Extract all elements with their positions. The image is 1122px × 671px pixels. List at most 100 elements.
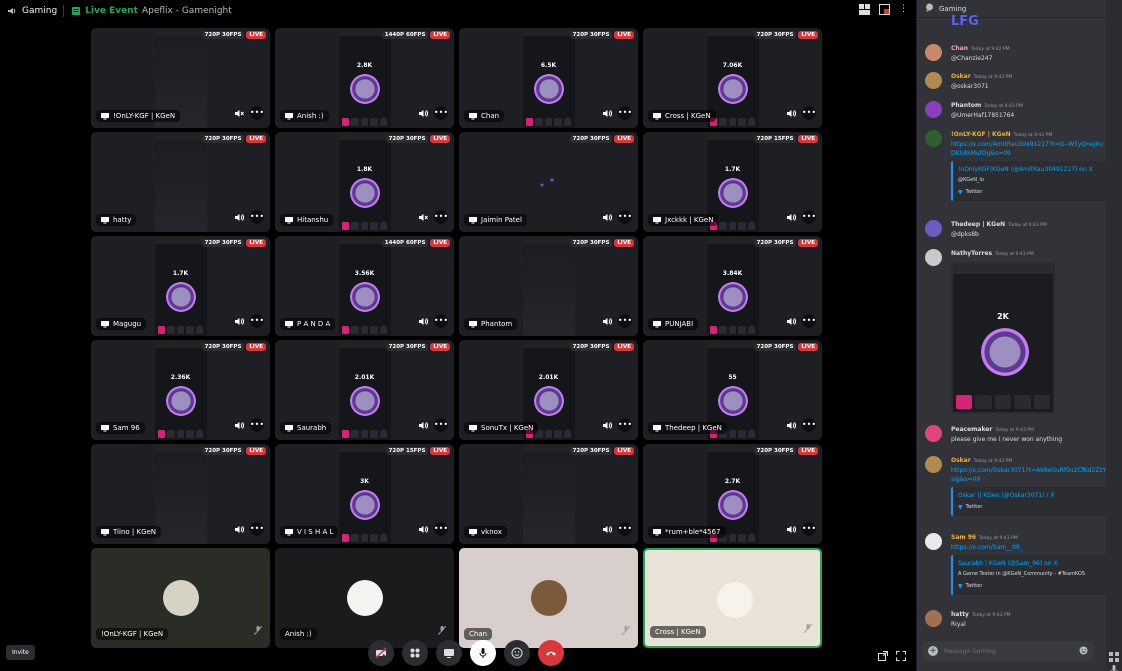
more-options-icon[interactable]: ⋮ — [899, 4, 908, 18]
more-options-icon[interactable]: ••• — [434, 105, 448, 120]
more-options-icon[interactable]: ••• — [618, 209, 632, 224]
user-avatar[interactable] — [925, 249, 942, 266]
stream-volume-icon[interactable] — [603, 311, 613, 330]
more-options-icon[interactable]: ••• — [434, 417, 448, 432]
stream-tile[interactable]: 3K 720P 15FPS LIVE V I S H A L ••• — [275, 444, 454, 544]
stream-volume-icon[interactable] — [787, 311, 797, 330]
camera-tile[interactable]: Cross | KGeN — [643, 548, 822, 648]
stream-tile[interactable]: 2.01K 720P 30FPS LIVE SonuTx | KGeN ••• — [459, 340, 638, 440]
stream-tile[interactable]: 720P 30FPS LIVE Tiino | KGeN ••• — [91, 444, 270, 544]
stream-tile[interactable]: 2.36K 720P 30FPS LIVE Sam 96 ••• — [91, 340, 270, 440]
user-avatar[interactable] — [925, 101, 942, 118]
camera-tile[interactable]: !OnLY-KGF | KGeN — [91, 548, 270, 648]
message-author[interactable]: Oskar — [951, 73, 971, 80]
stream-volume-icon[interactable] — [603, 519, 613, 538]
microphone-button[interactable] — [470, 640, 496, 666]
voice-message-icon[interactable] — [1110, 660, 1118, 671]
stream-tile[interactable]: 720P 30FPS LIVE vknox ••• — [459, 444, 638, 544]
more-options-icon[interactable]: ••• — [434, 521, 448, 536]
stream-tile[interactable]: 6.5K 720P 30FPS LIVE Chan ••• — [459, 28, 638, 128]
more-options-icon[interactable]: ••• — [802, 209, 816, 224]
message-author[interactable]: hatty — [951, 611, 969, 618]
message-link[interactable]: https://x.com/Oskar3071?t=AV8eGuRf0u2CfK… — [951, 466, 1107, 484]
stream-volume-icon[interactable] — [787, 519, 797, 538]
embed-title[interactable]: Oskar || KGen (@Oskar3071) / X — [958, 491, 1102, 500]
server-name[interactable]: Gaming — [22, 6, 57, 16]
stream-tile[interactable]: 3.56K 1440P 60FPS LIVE P A N D A ••• — [275, 236, 454, 336]
message-author[interactable]: Sam 96 — [951, 534, 976, 541]
fullscreen-icon[interactable] — [896, 646, 906, 665]
more-options-icon[interactable]: ••• — [250, 209, 264, 224]
message-author[interactable]: Peacemaker — [951, 426, 992, 433]
stream-muted-icon[interactable] — [235, 103, 244, 122]
message-author[interactable]: NathyTorres — [951, 250, 992, 257]
user-avatar[interactable] — [925, 610, 942, 627]
more-options-icon[interactable]: ••• — [802, 313, 816, 328]
message-link[interactable]: https://x.com/AmitRau30491217?t=G--W5yQn… — [951, 140, 1107, 158]
stream-tile[interactable]: 720P 30FPS LIVE hatty ••• — [91, 132, 270, 232]
invite-button[interactable]: Invite — [6, 645, 35, 660]
stream-volume-icon[interactable] — [235, 207, 245, 226]
disconnect-button[interactable] — [538, 640, 564, 666]
message-input[interactable]: + Message Gaming — [922, 641, 1094, 661]
stream-volume-icon[interactable] — [419, 415, 429, 434]
embed-title[interactable]: !nOnlyKGF|KGeN (@AmitRau30491217) on X — [958, 165, 1102, 174]
user-avatar[interactable] — [925, 220, 942, 237]
stream-volume-icon[interactable] — [235, 311, 245, 330]
add-attachment-icon[interactable]: + — [928, 646, 938, 656]
camera-off-button[interactable] — [368, 640, 394, 666]
stream-tile[interactable]: 720P 30FPS LIVE Phantom ••• — [459, 236, 638, 336]
stream-volume-icon[interactable] — [603, 103, 613, 122]
stream-tile[interactable]: 2.7K 720P 30FPS LIVE *rum+ble*4567 ••• — [643, 444, 822, 544]
more-options-icon[interactable]: ••• — [802, 417, 816, 432]
stream-tile[interactable]: 55 720P 30FPS LIVE Thedeep | KGeN ••• — [643, 340, 822, 440]
more-options-icon[interactable]: ••• — [250, 313, 264, 328]
more-options-icon[interactable]: ••• — [618, 105, 632, 120]
more-options-icon[interactable]: ••• — [802, 105, 816, 120]
camera-tile[interactable]: Anish :) — [275, 548, 454, 648]
stream-tile[interactable]: 1.7K 720P 15FPS LIVE Jxckkk | KGeN ••• — [643, 132, 822, 232]
more-options-icon[interactable]: ••• — [618, 313, 632, 328]
popout-window-icon[interactable] — [878, 646, 888, 665]
camera-tile[interactable]: Chan — [459, 548, 638, 648]
more-options-icon[interactable]: ••• — [250, 521, 264, 536]
stream-muted-icon[interactable] — [419, 207, 428, 226]
message-author[interactable]: Chan — [951, 45, 968, 52]
stream-volume-icon[interactable] — [603, 207, 613, 226]
embed-title[interactable]: Saurabh | KGeN (@Sam_96) on X — [958, 559, 1102, 568]
user-avatar[interactable] — [925, 425, 942, 442]
more-options-icon[interactable]: ••• — [434, 313, 448, 328]
user-avatar[interactable] — [925, 72, 942, 89]
message-author[interactable]: Phantom — [951, 102, 981, 109]
stream-tile[interactable]: 2.01K 720P 30FPS LIVE Saurabh ••• — [275, 340, 454, 440]
more-options-icon[interactable]: ••• — [250, 105, 264, 120]
user-avatar[interactable] — [925, 130, 942, 147]
stream-volume-icon[interactable] — [603, 415, 613, 434]
activities-button[interactable] — [402, 640, 428, 666]
stream-tile[interactable]: 1.8K 720P 30FPS LIVE Hitanshu ••• — [275, 132, 454, 232]
more-options-icon[interactable]: ••• — [618, 417, 632, 432]
image-attachment[interactable]: 2K — [951, 262, 1055, 414]
more-options-icon[interactable]: ••• — [618, 521, 632, 536]
message-author[interactable]: Thedeep | KGeN — [951, 221, 1005, 228]
event-name[interactable]: Apeflix - Gamenight — [142, 6, 232, 16]
stream-volume-icon[interactable] — [419, 519, 429, 538]
more-options-icon[interactable]: ••• — [434, 209, 448, 224]
more-options-icon[interactable]: ••• — [250, 417, 264, 432]
stream-volume-icon[interactable] — [235, 415, 245, 434]
stream-volume-icon[interactable] — [787, 207, 797, 226]
user-avatar[interactable] — [925, 533, 942, 550]
grid-layout-icon[interactable] — [859, 4, 870, 18]
stream-tile[interactable]: 7.06K 720P 30FPS LIVE Cross | KGeN ••• — [643, 28, 822, 128]
stream-tile[interactable]: 1.7K 720P 30FPS LIVE Magugu ••• — [91, 236, 270, 336]
emoji-icon[interactable] — [1079, 646, 1088, 657]
message-author[interactable]: !OnLY-KGF | KGeN — [951, 131, 1011, 138]
soundboard-button[interactable] — [504, 640, 530, 666]
stream-volume-icon[interactable] — [419, 103, 429, 122]
screen-share-button[interactable] — [436, 640, 462, 666]
stream-volume-icon[interactable] — [235, 519, 245, 538]
stream-tile[interactable]: 720P 30FPS LIVE !OnLY-KGF | KGeN ••• — [91, 28, 270, 128]
stream-volume-icon[interactable] — [787, 415, 797, 434]
more-options-icon[interactable]: ••• — [802, 521, 816, 536]
stream-volume-icon[interactable] — [419, 311, 429, 330]
